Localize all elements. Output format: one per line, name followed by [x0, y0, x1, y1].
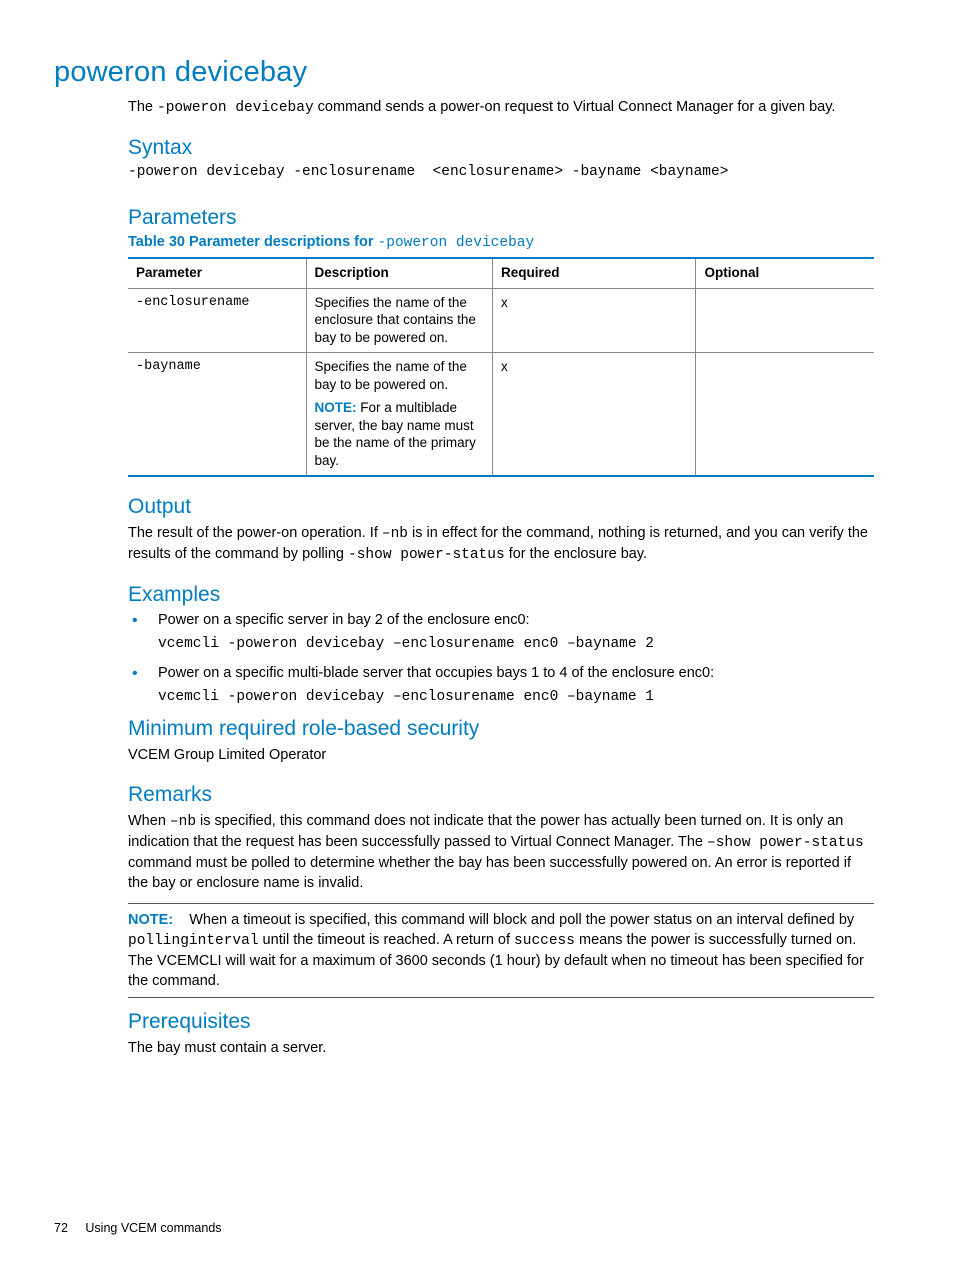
intro-paragraph: The -poweron devicebay command sends a p…	[128, 97, 874, 118]
td-param: -enclosurename	[128, 288, 306, 353]
td-desc: Specifies the name of the bay to be powe…	[306, 353, 492, 477]
th-parameter: Parameter	[128, 258, 306, 288]
output-heading: Output	[128, 495, 874, 519]
th-required: Required	[493, 258, 696, 288]
remarks-mono1: –nb	[170, 814, 196, 830]
output-p1: The result of the power-on operation. If	[128, 525, 382, 541]
output-p3: for the enclosure bay.	[505, 546, 647, 562]
syntax-line: -poweron devicebay -enclosurename <enclo…	[128, 164, 874, 180]
td-req: x	[493, 288, 696, 353]
note-mono1: pollinginterval	[128, 933, 259, 949]
list-item: Power on a specific server in bay 2 of t…	[128, 611, 874, 652]
table-caption: Table 30 Parameter descriptions for -pow…	[128, 234, 874, 251]
remarks-c: command must be polled to determine whet…	[128, 855, 851, 891]
note-mono2: success	[514, 933, 575, 949]
td-opt	[696, 353, 874, 477]
example-text: Power on a specific multi-blade server t…	[158, 664, 874, 684]
note-block: NOTE: When a timeout is specified, this …	[128, 903, 874, 998]
example-code: vcemcli -poweron devicebay –enclosurenam…	[158, 636, 874, 652]
output-mono2: -show power-status	[348, 547, 505, 563]
table-header-row: Parameter Description Required Optional	[128, 258, 874, 288]
td-opt	[696, 288, 874, 353]
remarks-a: When	[128, 813, 170, 829]
th-description: Description	[306, 258, 492, 288]
note-label: NOTE:	[128, 912, 173, 928]
td-desc: Specifies the name of the enclosure that…	[306, 288, 492, 353]
parameters-table: Parameter Description Required Optional …	[128, 257, 874, 477]
security-text: VCEM Group Limited Operator	[128, 745, 874, 765]
syntax-heading: Syntax	[128, 136, 874, 160]
td-desc-main: Specifies the name of the bay to be powe…	[315, 359, 467, 392]
note-a: When a timeout is specified, this comman…	[185, 912, 854, 928]
remarks-heading: Remarks	[128, 783, 874, 807]
page-title: poweron devicebay	[54, 56, 874, 89]
page-footer: 72 Using VCEM commands	[54, 1221, 222, 1235]
note-label: NOTE:	[315, 400, 357, 415]
th-optional: Optional	[696, 258, 874, 288]
prerequisites-text: The bay must contain a server.	[128, 1038, 874, 1058]
intro-post: command sends a power-on request to Virt…	[314, 99, 836, 115]
security-heading: Minimum required role-based security	[128, 717, 874, 741]
prerequisites-heading: Prerequisites	[128, 1010, 874, 1034]
td-param: -bayname	[128, 353, 306, 477]
parameters-heading: Parameters	[128, 206, 874, 230]
intro-cmd: -poweron devicebay	[157, 100, 314, 116]
note-b: until the timeout is reached. A return o…	[259, 932, 515, 948]
table-row: -bayname Specifies the name of the bay t…	[128, 353, 874, 477]
example-text: Power on a specific server in bay 2 of t…	[158, 611, 874, 631]
remarks-mono2: –show power-status	[707, 835, 864, 851]
list-item: Power on a specific multi-blade server t…	[128, 664, 874, 705]
remarks-paragraph: When –nb is specified, this command does…	[128, 811, 874, 893]
output-paragraph: The result of the power-on operation. If…	[128, 523, 874, 565]
table-row: -enclosurename Specifies the name of the…	[128, 288, 874, 353]
example-code: vcemcli -poweron devicebay –enclosurenam…	[158, 689, 874, 705]
table-caption-mono: -poweron devicebay	[378, 235, 535, 251]
footer-chapter: Using VCEM commands	[85, 1221, 221, 1235]
output-mono1: –nb	[382, 526, 408, 542]
table-caption-bold: Table 30 Parameter descriptions for	[128, 234, 378, 250]
intro-pre: The	[128, 99, 157, 115]
examples-heading: Examples	[128, 583, 874, 607]
td-req: x	[493, 353, 696, 477]
examples-list: Power on a specific server in bay 2 of t…	[128, 611, 874, 704]
page-number: 72	[54, 1221, 68, 1235]
